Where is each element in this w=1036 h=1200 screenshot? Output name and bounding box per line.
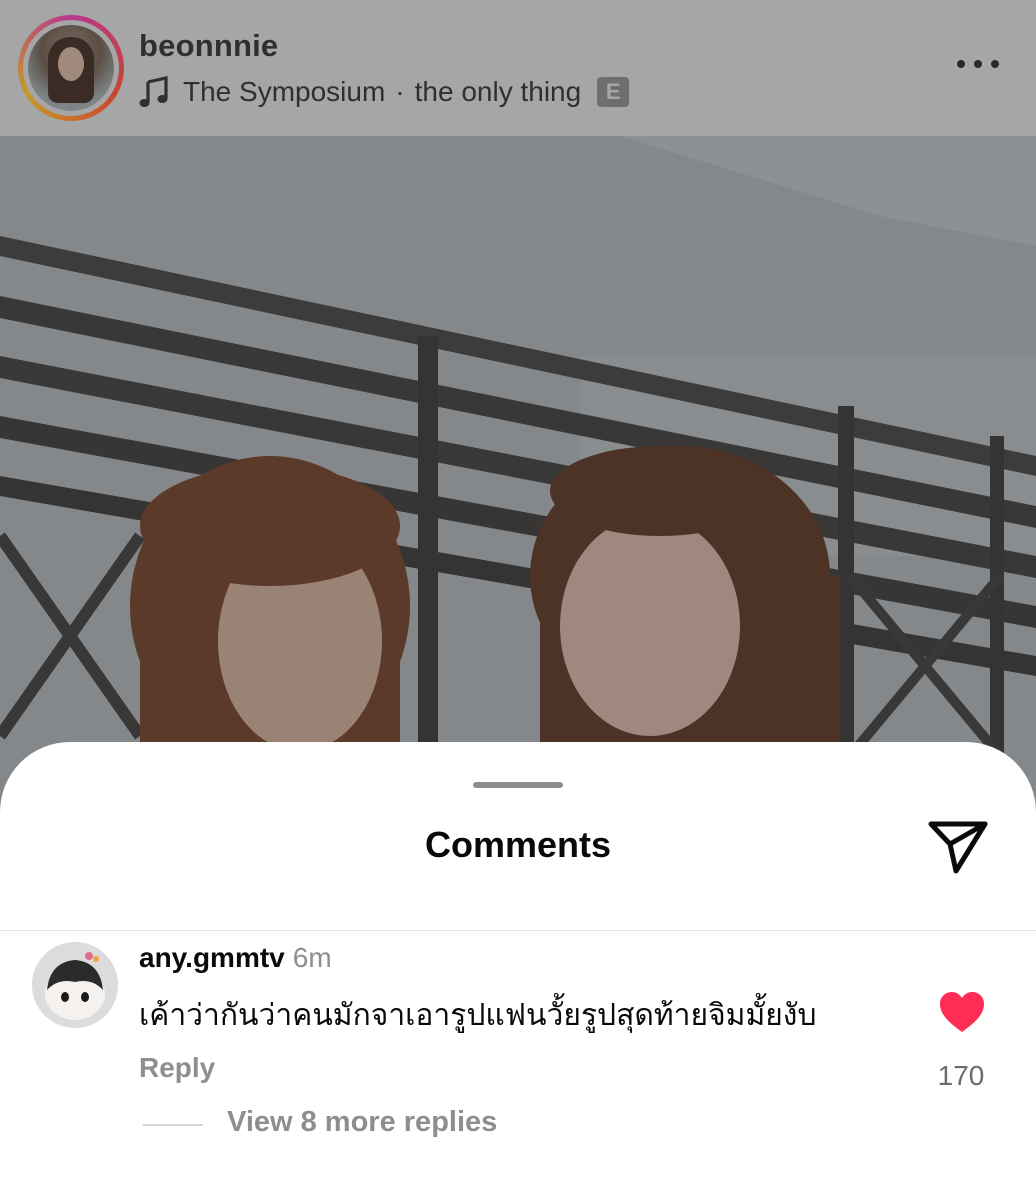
comment-username-row: any.gmmtv 6m — [139, 942, 332, 974]
music-separator: · — [395, 76, 405, 107]
view-replies-button[interactable]: View 8 more replies — [227, 1106, 497, 1139]
avatar — [28, 25, 114, 111]
heart-filled-icon — [940, 992, 984, 1032]
replies-line — [143, 1124, 203, 1126]
comments-sheet: Comments any.gmmtv 6m เค้าว่ากันว่าคนมักจ… — [0, 742, 1036, 1200]
music-artist: The Symposium — [183, 76, 386, 107]
like-button[interactable] — [938, 990, 986, 1034]
cartoon-avatar-icon — [32, 942, 118, 1028]
share-button[interactable] — [926, 816, 990, 876]
music-info[interactable]: The Symposium · the only thing E — [139, 72, 630, 112]
more-dots-icon — [957, 60, 999, 68]
avatar-face — [58, 47, 84, 81]
comment-text: เค้าว่ากันว่าคนมักจาเอารูปแฟนวั้ยรูปสุดท… — [139, 999, 817, 1032]
story-ring[interactable] — [18, 15, 124, 121]
comment-avatar[interactable] — [32, 942, 118, 1028]
sheet-title: Comments — [424, 824, 612, 865]
post-photo-illustration — [0, 136, 1036, 836]
more-options-button[interactable] — [950, 44, 1006, 84]
music-note-icon — [139, 76, 168, 107]
music-track: the only thing — [414, 76, 582, 107]
paper-plane-icon — [928, 821, 988, 874]
comment-username[interactable]: any.gmmtv — [139, 942, 285, 973]
reply-button[interactable]: Reply — [139, 1052, 215, 1084]
like-count: 170 — [937, 1060, 985, 1091]
comment-time: 6m — [292, 942, 332, 973]
sheet-divider — [0, 930, 1036, 931]
explicit-badge: E — [597, 77, 630, 107]
post-photo — [0, 136, 1036, 836]
sheet-grabber[interactable] — [473, 782, 563, 788]
post-header: beonnnie The Symposium · the only thing … — [0, 0, 1036, 136]
avatar-border — [23, 20, 119, 116]
post-username[interactable]: beonnnie — [139, 28, 278, 64]
